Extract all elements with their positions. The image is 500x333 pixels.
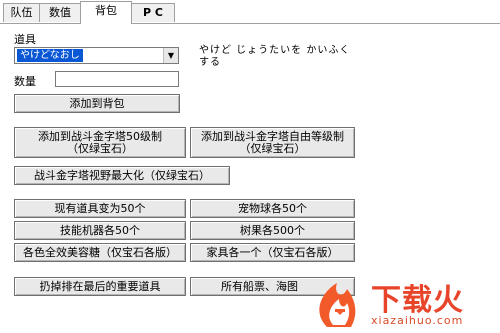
tab-bag[interactable]: 背包: [80, 1, 132, 24]
watermark-name: 下载火: [371, 283, 464, 318]
quantity-input[interactable]: [55, 71, 179, 87]
discard-last-key-item-button[interactable]: 扔掉排在最后的重要道具: [14, 277, 186, 296]
tab-party[interactable]: 队伍: [3, 3, 40, 22]
pokeballs-50-button[interactable]: 宠物球各50个: [190, 199, 355, 218]
tab-divider: [0, 23, 500, 24]
tab-stats[interactable]: 数值: [39, 3, 81, 22]
item-select[interactable]: やけどなおし ▼: [14, 47, 179, 64]
tms-50-button[interactable]: 技能机器各50个: [14, 221, 186, 240]
item-select-value: やけどなおし: [17, 49, 83, 62]
items-to-50-button[interactable]: 现有道具变为50个: [14, 199, 186, 218]
maximize-pyramid-view-button[interactable]: 战斗金字塔视野最大化（仅绿宝石）: [14, 166, 230, 185]
pokeblocks-button[interactable]: 各色全效美容糖（仅宝石各版）: [14, 243, 186, 262]
tab-bar: 队伍 数值 背包 P C: [0, 0, 500, 24]
watermark-domain: xiazaihuo.com: [371, 314, 464, 327]
furniture-button[interactable]: 家具各一个（仅宝石各版）: [190, 243, 355, 262]
quantity-label: 数量: [14, 75, 36, 88]
item-label: 道具: [14, 33, 36, 46]
add-battle-tower-free-button[interactable]: 添加到战斗金字塔自由等级制 （仅绿宝石）: [190, 127, 355, 158]
add-battle-tower-lv50-button[interactable]: 添加到战斗金字塔50级制 （仅绿宝石）: [14, 127, 186, 158]
item-description: やけど じょうたいを かいふく する: [199, 45, 351, 68]
tab-pc[interactable]: P C: [131, 3, 175, 22]
chevron-down-icon[interactable]: ▼: [163, 48, 178, 63]
berries-500-button[interactable]: 树果各500个: [190, 221, 355, 240]
add-to-bag-button[interactable]: 添加到背包: [14, 94, 180, 113]
